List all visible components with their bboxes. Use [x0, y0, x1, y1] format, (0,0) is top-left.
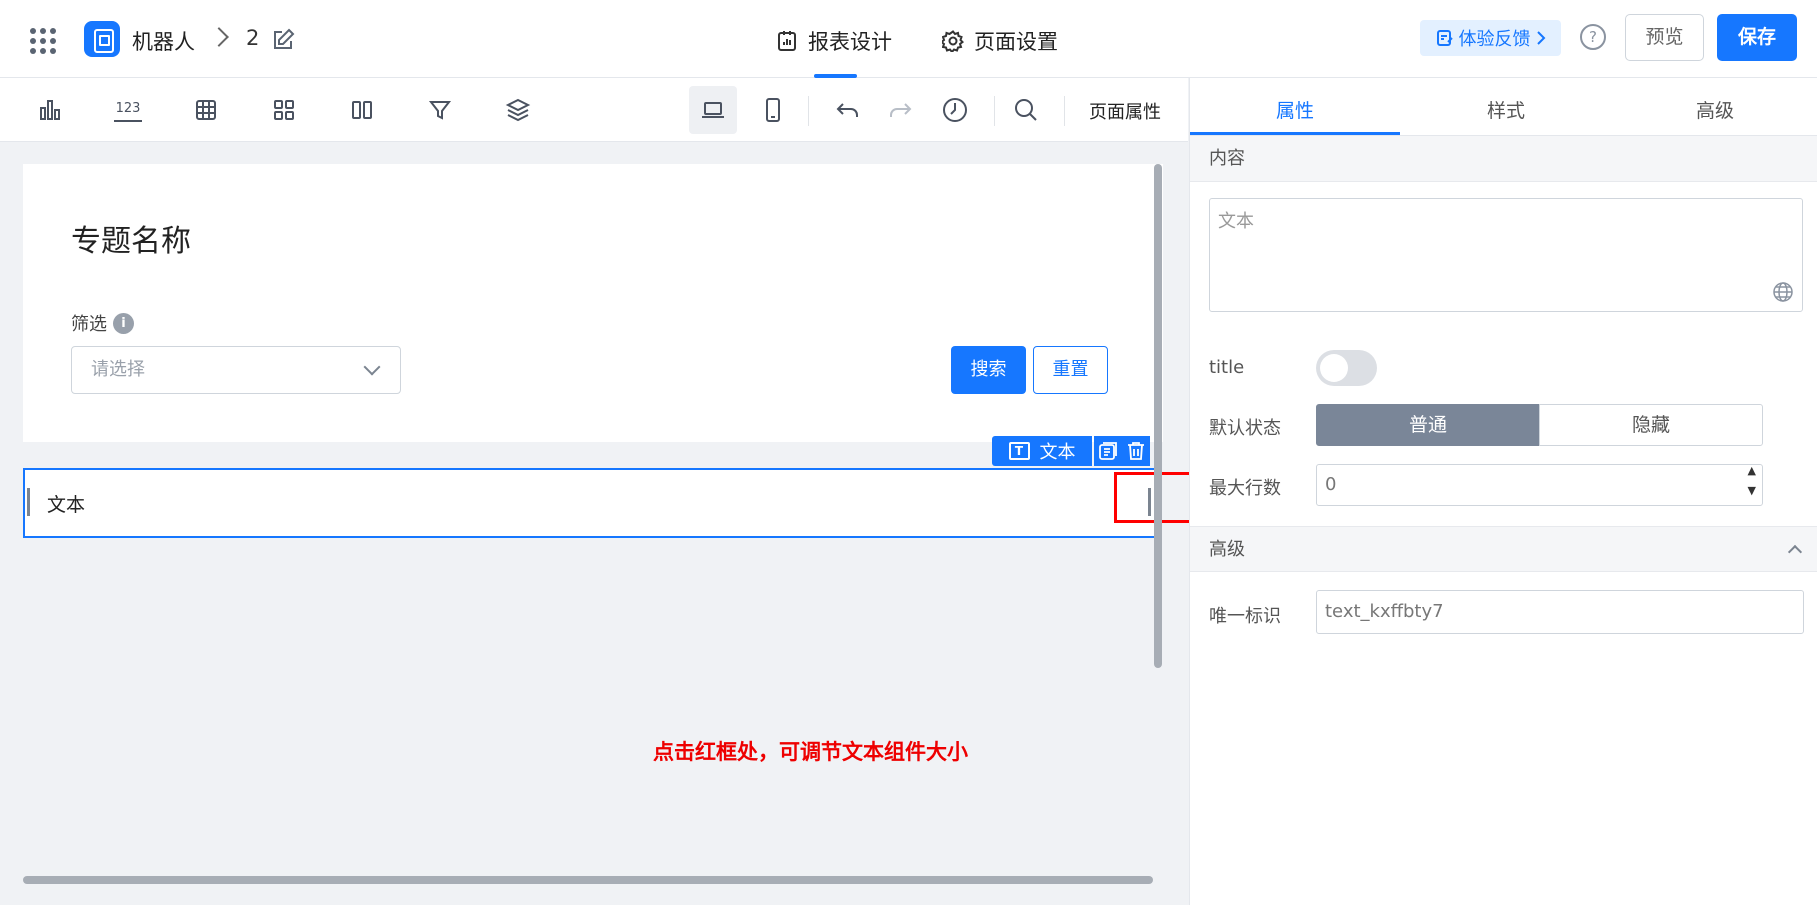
- select-placeholder: 请选择: [91, 359, 145, 380]
- text-component-value: 文本: [47, 494, 86, 516]
- page-number: 2: [246, 26, 260, 50]
- feedback-label: 体验反馈: [1458, 29, 1531, 50]
- content-placeholder: 文本: [1218, 211, 1254, 232]
- active-tab-indicator: [1190, 132, 1400, 135]
- feedback-icon: [1436, 30, 1453, 46]
- help-icon[interactable]: ?: [1580, 24, 1606, 50]
- columns-icon[interactable]: [348, 96, 376, 124]
- content-section-header: 内容: [1190, 136, 1817, 182]
- component-type-label: 文本: [1039, 442, 1076, 463]
- max-rows-label: 最大行数: [1209, 478, 1281, 499]
- reset-button[interactable]: 重置: [1033, 346, 1108, 394]
- unique-id-input[interactable]: text_kxffbty7: [1316, 590, 1804, 634]
- page-properties-button[interactable]: 页面属性: [1089, 98, 1161, 124]
- unique-id-label: 唯一标识: [1209, 606, 1281, 627]
- history-icon[interactable]: [941, 96, 969, 124]
- vertical-scrollbar[interactable]: [1154, 164, 1162, 668]
- tab-report-design-label: 报表设计: [808, 30, 892, 54]
- decrement-icon[interactable]: ▼: [1748, 483, 1756, 499]
- default-state-label: 默认状态: [1209, 418, 1281, 439]
- max-rows-input[interactable]: 0 ▲ ▼: [1316, 464, 1763, 506]
- toolbar-divider: [1064, 96, 1065, 126]
- state-hidden-option[interactable]: 隐藏: [1539, 404, 1763, 446]
- chevron-down-icon: [363, 358, 381, 376]
- filter-label-text: 筛选: [71, 314, 107, 335]
- design-canvas: 专题名称 筛选 i 请选择 搜索 重置 T 文本 文本 点击红框处，可调节文本组…: [23, 164, 1163, 884]
- tab-advanced[interactable]: 高级: [1696, 96, 1734, 123]
- tab-style[interactable]: 样式: [1487, 96, 1525, 123]
- breadcrumb-chevron-icon: [209, 27, 229, 47]
- feedback-button[interactable]: 体验反馈: [1420, 20, 1561, 56]
- toolbar-divider: [808, 96, 809, 126]
- filter-label: 筛选 i: [71, 310, 134, 336]
- filter-icon[interactable]: [426, 96, 454, 124]
- top-header: 机器人 2 报表设计 页面设置 体验反馈 ? 预览 保存: [0, 0, 1817, 78]
- component-toolbar: T 文本: [992, 436, 1152, 466]
- save-button[interactable]: 保存: [1717, 14, 1797, 61]
- bar-chart-icon[interactable]: [36, 96, 64, 124]
- component-copy-button[interactable]: [1094, 436, 1122, 466]
- component-type-tag: T 文本: [992, 436, 1092, 466]
- number-card-icon[interactable]: 123: [114, 98, 142, 122]
- info-icon[interactable]: i: [113, 312, 134, 334]
- tab-report-design[interactable]: 报表设计: [776, 26, 892, 56]
- copy-icon: [1099, 442, 1117, 460]
- horizontal-scrollbar[interactable]: [23, 876, 1153, 884]
- report-icon: [778, 31, 796, 51]
- desktop-view-icon[interactable]: [699, 96, 727, 124]
- mobile-view-icon[interactable]: [759, 96, 787, 124]
- unique-id-value: text_kxffbty7: [1325, 601, 1444, 622]
- chevron-up-icon: [1787, 544, 1803, 560]
- advanced-section-label: 高级: [1209, 539, 1245, 560]
- search-icon[interactable]: [1012, 96, 1040, 124]
- properties-panel: 属性 样式 高级 内容 文本 title 默认状态 普通 隐藏 最大行数 0 ▲…: [1189, 78, 1817, 905]
- search-button[interactable]: 搜索: [951, 346, 1026, 394]
- undo-icon[interactable]: [834, 96, 862, 124]
- state-normal-option[interactable]: 普通: [1316, 404, 1540, 446]
- gear-icon: [942, 30, 964, 52]
- content-textarea[interactable]: 文本: [1209, 198, 1803, 312]
- preview-button[interactable]: 预览: [1625, 14, 1704, 61]
- table-icon[interactable]: [192, 96, 220, 124]
- advanced-section-header[interactable]: 高级: [1190, 526, 1817, 572]
- tab-properties[interactable]: 属性: [1276, 96, 1314, 123]
- topic-title[interactable]: 专题名称: [71, 216, 191, 260]
- apps-grid-icon[interactable]: [30, 28, 56, 54]
- redo-icon[interactable]: [886, 96, 914, 124]
- max-rows-value: 0: [1325, 474, 1337, 495]
- app-name[interactable]: 机器人: [132, 26, 195, 56]
- increment-icon[interactable]: ▲: [1748, 463, 1756, 479]
- hint-annotation-text: 点击红框处，可调节文本组件大小: [653, 739, 968, 764]
- title-toggle[interactable]: [1316, 350, 1377, 386]
- chevron-right-icon: [1536, 31, 1545, 45]
- filter-select[interactable]: 请选择: [71, 346, 401, 394]
- layers-icon[interactable]: [504, 96, 532, 124]
- grid-layout-icon[interactable]: [270, 96, 298, 124]
- text-component[interactable]: 文本: [23, 468, 1157, 538]
- resize-handle-left[interactable]: [27, 488, 30, 516]
- filter-card: 专题名称 筛选 i 请选择 搜索 重置: [23, 164, 1163, 442]
- component-delete-button[interactable]: [1122, 436, 1150, 466]
- edit-icon[interactable]: [271, 28, 295, 52]
- text-type-icon: T: [1008, 442, 1030, 460]
- title-label: title: [1209, 357, 1245, 378]
- tab-page-settings-label: 页面设置: [974, 30, 1058, 54]
- toolbar-divider: [994, 96, 995, 126]
- design-toolbar: 123 页面属性: [0, 78, 1188, 142]
- globe-icon[interactable]: [1772, 281, 1794, 303]
- app-logo: [84, 21, 120, 57]
- tab-page-settings[interactable]: 页面设置: [942, 26, 1058, 56]
- trash-icon: [1128, 442, 1144, 460]
